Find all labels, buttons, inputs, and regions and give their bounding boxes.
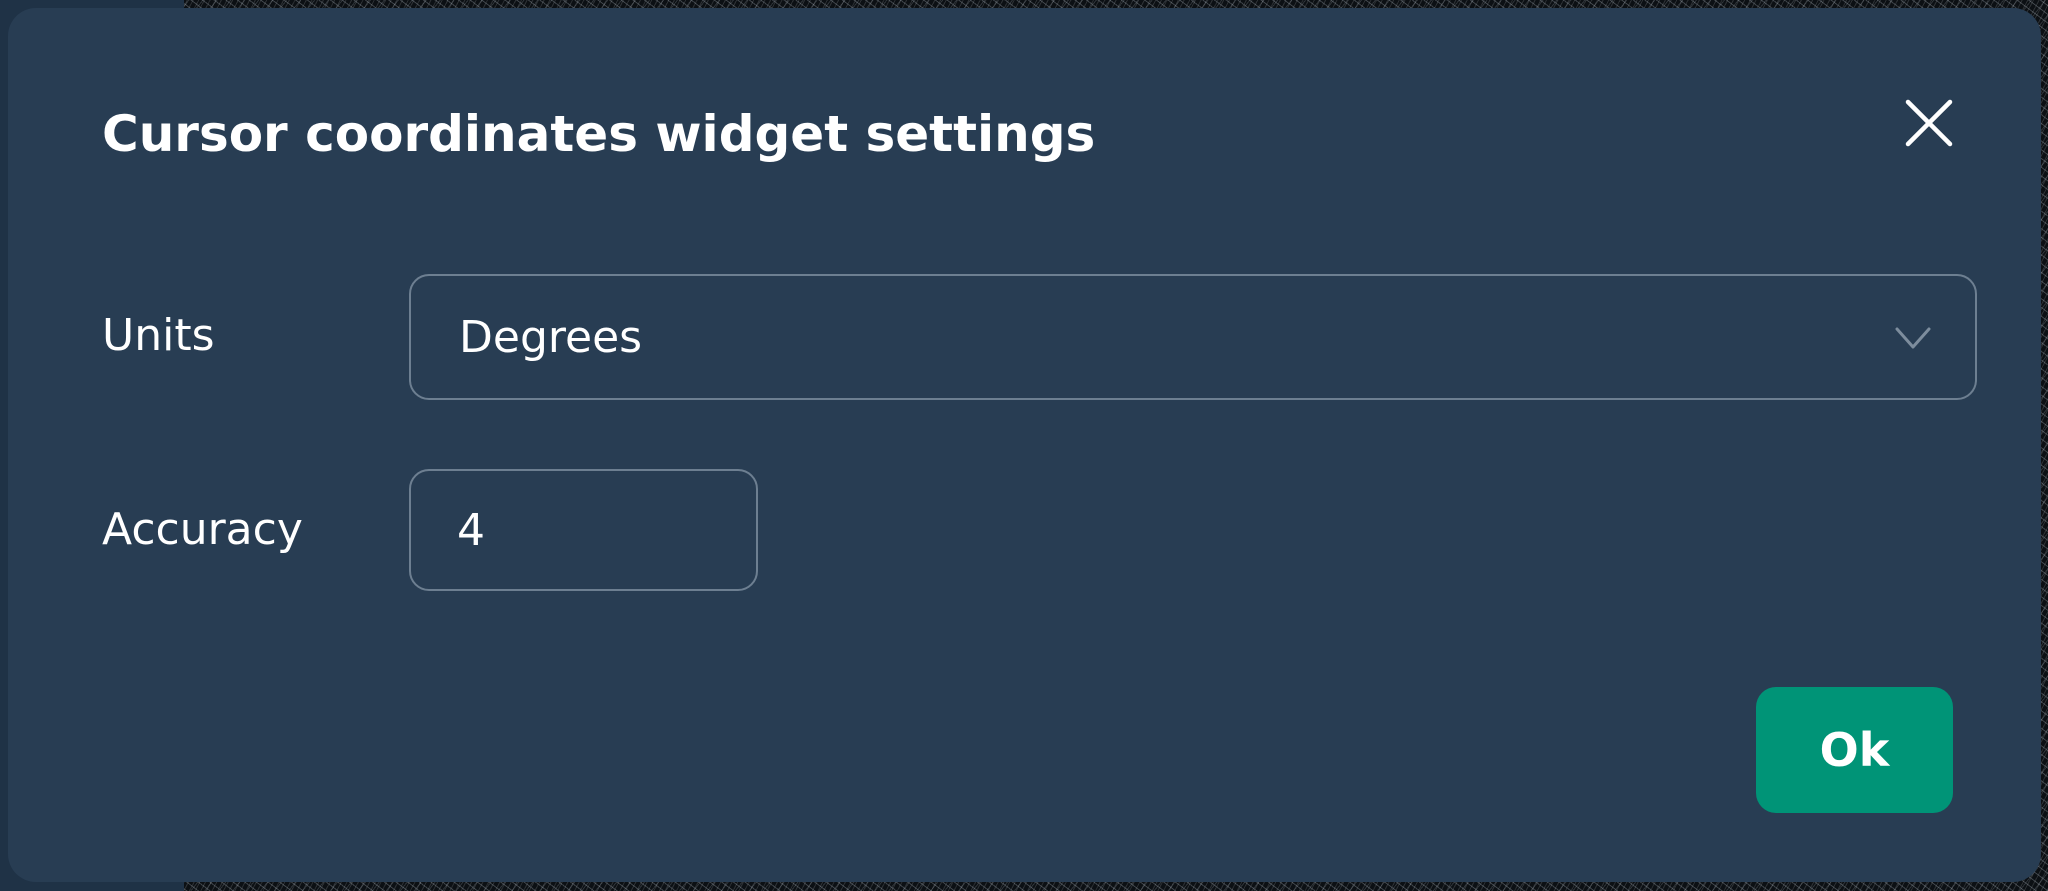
units-label: Units [102,310,215,361]
chevron-down-icon [1895,327,1931,349]
settings-dialog: Cursor coordinates widget settings Units… [8,8,2041,882]
accuracy-label: Accuracy [102,504,303,555]
close-icon [1905,99,1953,147]
dialog-title: Cursor coordinates widget settings [102,105,1096,163]
units-select[interactable]: Degrees [409,274,1977,400]
close-button[interactable] [1896,90,1962,156]
ok-button[interactable]: Ok [1756,687,1953,813]
accuracy-input[interactable] [409,469,758,591]
units-selected-value: Degrees [459,312,643,363]
